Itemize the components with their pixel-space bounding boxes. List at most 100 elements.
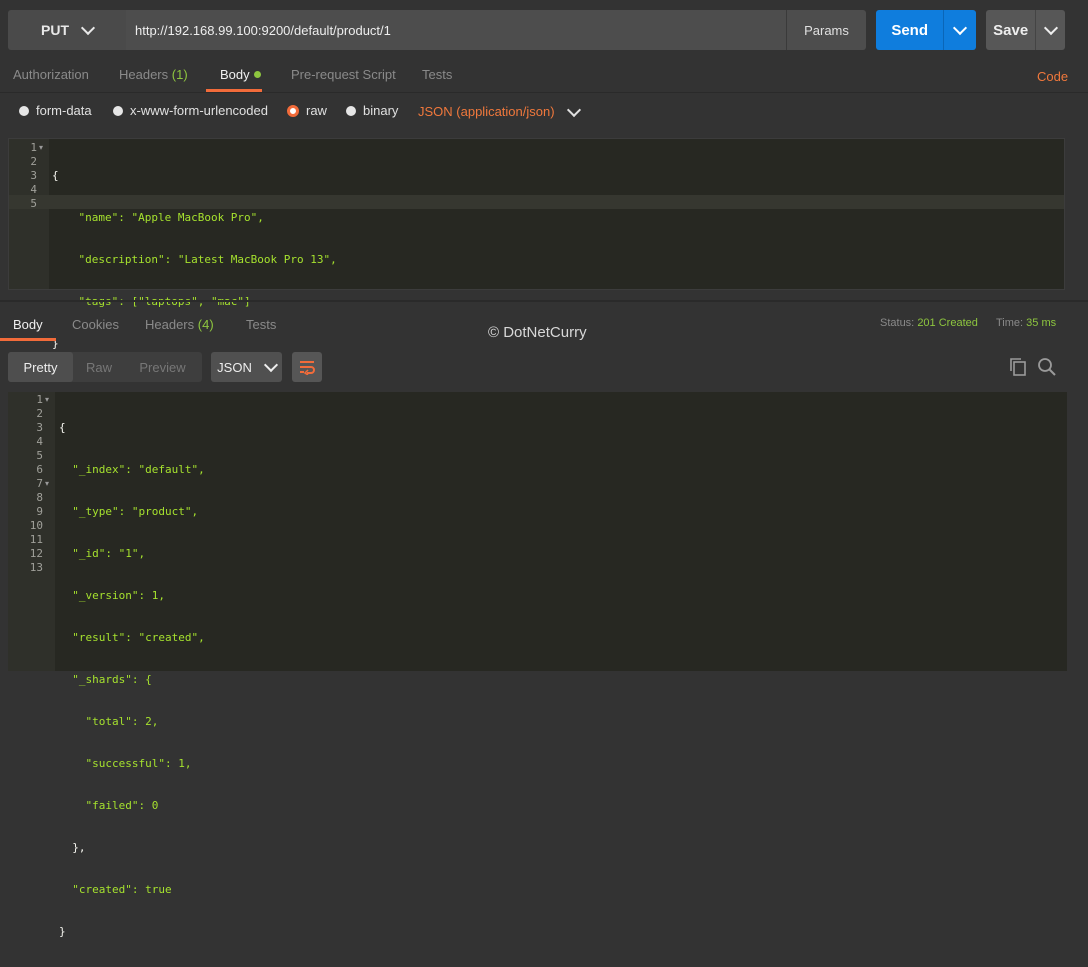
send-dropdown[interactable] <box>943 10 976 50</box>
radio-selected-icon <box>287 104 299 117</box>
radio-label: x-www-form-urlencoded <box>130 103 268 118</box>
code-link[interactable]: Code <box>1037 69 1068 84</box>
tab-authorization[interactable]: Authorization <box>13 62 89 92</box>
response-body-viewer[interactable]: 1 2 3 4 5 6 7 8 9 10 11 12 13 ▾ ▾ { "_in… <box>8 392 1067 938</box>
line-number: 3 <box>36 421 43 434</box>
tab-label: Tests <box>246 317 277 332</box>
time-label: Time: <box>996 317 1024 329</box>
code-line: "successful": 1, <box>59 757 192 770</box>
radio-label: form-data <box>36 103 92 118</box>
line-number: 1 <box>36 393 43 406</box>
method-select[interactable]: PUT <box>8 10 126 50</box>
radio-urlencoded[interactable]: x-www-form-urlencoded <box>113 103 268 118</box>
line-number: 3 <box>30 169 37 182</box>
response-tab-body[interactable]: Body <box>0 308 56 341</box>
tab-body[interactable]: Body <box>206 62 262 92</box>
method-label: PUT <box>41 22 69 38</box>
line-number: 5 <box>30 197 37 210</box>
divider <box>0 92 1088 93</box>
save-label: Save <box>993 21 1029 39</box>
line-number: 6 <box>36 463 43 476</box>
body-indicator-dot <box>253 71 261 78</box>
response-tab-headers[interactable]: Headers (4) <box>145 308 214 341</box>
radio-icon <box>113 105 123 116</box>
save-button[interactable]: Save <box>986 10 1065 50</box>
code-line: "result": "created", <box>59 631 205 644</box>
chevron-down-icon <box>1043 20 1058 36</box>
tab-label: Body <box>13 317 43 332</box>
line-number: 2 <box>30 155 37 168</box>
view-preview-button[interactable]: Preview <box>125 352 200 382</box>
line-number: 13 <box>29 561 43 574</box>
format-select[interactable]: JSON <box>211 352 282 382</box>
status-indicator: Status: 201 Created <box>880 317 978 329</box>
headers-count: (1) <box>171 67 188 82</box>
line-number: 9 <box>36 505 43 518</box>
code-line: }, <box>59 841 86 854</box>
request-code: { "name": "Apple MacBook Pro", "descript… <box>52 141 337 379</box>
content-type-select[interactable]: JSON (application/json) <box>418 102 581 119</box>
chevron-down-icon <box>80 20 96 36</box>
line-number: 12 <box>29 547 43 560</box>
save-dropdown[interactable] <box>1035 10 1065 50</box>
tab-prerequest-script[interactable]: Pre-request Script <box>291 62 396 92</box>
tab-label: Tests <box>422 67 453 82</box>
status-value: 201 Created <box>917 317 978 329</box>
send-label: Send <box>891 21 928 39</box>
section-divider <box>0 300 1088 302</box>
line-numbers: 1 2 3 4 5 <box>9 141 37 211</box>
line-numbers: 1 2 3 4 5 6 7 8 9 10 11 12 13 <box>8 393 43 575</box>
content-type-label: JSON (application/json) <box>418 104 555 119</box>
code-line: "_index": "default", <box>59 463 205 476</box>
time-value: 35 ms <box>1026 317 1057 329</box>
search-icon[interactable] <box>1037 357 1057 380</box>
code-line: } <box>59 925 66 938</box>
code-line: "total": 2, <box>59 715 159 728</box>
code-line: "_version": 1, <box>59 589 165 602</box>
response-tab-tests[interactable]: Tests <box>246 308 276 341</box>
code-line: "_type": "product", <box>59 505 199 518</box>
code-line: "tags": ["laptops", "mac"] <box>52 295 337 309</box>
line-number: 4 <box>36 435 43 448</box>
fold-arrow-icon[interactable]: ▾ <box>45 479 49 488</box>
fold-arrow-icon[interactable]: ▾ <box>45 395 49 404</box>
tab-label: Headers <box>119 67 169 82</box>
wrap-lines-button[interactable] <box>292 352 322 382</box>
code-line: { <box>59 421 66 434</box>
copy-icon[interactable] <box>1008 357 1028 380</box>
radio-label: raw <box>306 103 327 118</box>
wrap-lines-icon <box>300 361 315 375</box>
tab-tests[interactable]: Tests <box>422 62 452 92</box>
fold-arrow-icon[interactable]: ▾ <box>39 143 43 152</box>
request-body-editor[interactable]: 1 2 3 4 5 ▾ { "name": "Apple MacBook Pro… <box>8 138 1065 350</box>
url-input[interactable]: http://192.168.99.100:9200/default/produ… <box>126 10 786 50</box>
view-raw-button[interactable]: Raw <box>73 352 125 382</box>
response-tab-cookies[interactable]: Cookies <box>72 308 119 341</box>
code-line: "description": "Latest MacBook Pro 13", <box>52 253 337 266</box>
radio-form-data[interactable]: form-data <box>19 103 92 118</box>
code-line: "_shards": { <box>59 673 152 686</box>
status-label: Status: <box>880 317 915 329</box>
code-line: "created": true <box>59 883 172 896</box>
chevron-down-icon <box>566 102 581 117</box>
headers-count: (4) <box>197 317 214 332</box>
tab-label: Authorization <box>13 67 89 82</box>
watermark: © DotNetCurry <box>488 324 587 341</box>
code-line: "name": "Apple MacBook Pro", <box>52 211 264 224</box>
code-line: { <box>52 169 59 182</box>
line-number: 4 <box>30 183 37 196</box>
tab-headers[interactable]: Headers (1) <box>119 62 188 92</box>
radio-icon <box>19 105 29 116</box>
params-button[interactable]: Params <box>786 10 866 50</box>
view-pretty-button[interactable]: Pretty <box>8 352 73 382</box>
params-label: Params <box>804 22 849 38</box>
send-button[interactable]: Send <box>876 10 976 50</box>
radio-raw[interactable]: raw <box>287 103 327 118</box>
line-number: 11 <box>29 533 43 546</box>
radio-binary[interactable]: binary <box>346 103 398 118</box>
tab-label: Pre-request Script <box>291 67 396 82</box>
tab-label: Headers <box>145 317 195 332</box>
view-mode-toggle: Pretty Raw Preview <box>8 352 202 382</box>
radio-label: binary <box>363 103 399 118</box>
line-number: 10 <box>29 519 43 532</box>
